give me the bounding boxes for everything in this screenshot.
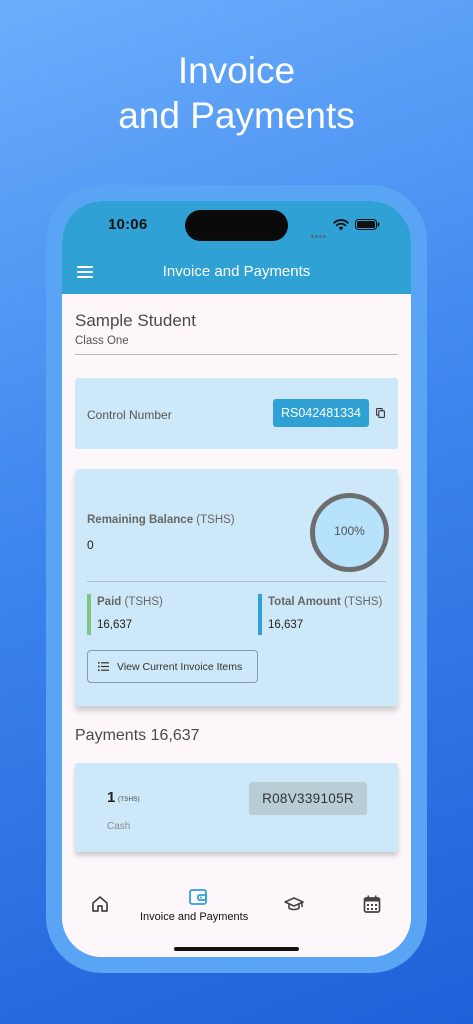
control-number-label: Control Number [87,408,172,422]
home-icon [92,896,108,912]
payments-heading: Payments 16,637 [75,727,200,744]
balance-card: Remaining Balance (TSHS) 0 100% Paid (TS… [75,469,398,706]
graduation-cap-icon [284,897,304,911]
top-bar: 10:06 Invoice and Payments [62,201,411,294]
total-amount-label: Total Amount (TSHS) [268,596,382,608]
cellular-signal-icon [311,225,329,238]
payment-progress-label: 100% [334,524,365,538]
total-amount-value: 16,637 [268,619,304,631]
paid-title: Paid [97,596,122,608]
status-bar: 10:06 [62,201,411,249]
wallet-icon [189,889,207,905]
total-amount-unit: (TSHS) [344,596,383,608]
app-bar: Invoice and Payments [62,249,411,294]
divider [75,354,398,355]
nav-item-calendar[interactable] [354,864,390,924]
payment-progress-circle: 100% [310,493,389,572]
total-indicator-bar [258,594,262,635]
student-name: Sample Student [75,311,196,330]
nav-item-home[interactable] [82,864,118,924]
nav-label-invoice-and-payments: Invoice and Payments [140,911,249,923]
battery-icon [355,219,380,230]
wifi-icon [333,219,349,231]
control-number-card: Control Number RS042481334 [75,378,398,449]
home-indicator[interactable] [174,947,299,951]
promo-headline: Invoice and Payments [0,48,473,138]
promo-headline-line2: and Payments [118,95,355,136]
payment-amount: 1 [107,789,116,806]
divider [87,581,386,582]
copy-icon[interactable] [376,408,385,418]
view-invoice-items-label: View Current Invoice Items [117,661,243,673]
calendar-icon [363,895,381,913]
dynamic-island [185,210,288,241]
payment-card[interactable]: 1 (TSHS) Cash R08V339105R [75,763,398,852]
payment-receipt-chip[interactable]: R08V339105R [249,782,367,815]
remaining-balance-title: Remaining Balance [87,514,194,526]
list-icon [98,662,109,671]
view-invoice-items-button[interactable]: View Current Invoice Items [87,650,258,683]
paid-indicator-bar [87,594,91,635]
status-time: 10:06 [108,216,148,233]
remaining-balance-value: 0 [87,538,94,552]
main-content[interactable]: Sample Student Class One Control Number … [62,294,411,864]
payment-method: Cash [107,821,131,832]
remaining-balance-label: Remaining Balance (TSHS) [87,514,235,526]
bottom-navigation: Invoice and Payments [62,864,411,957]
student-class: Class One [75,335,129,347]
paid-value: 16,637 [97,619,133,631]
remaining-balance-unit: (TSHS) [196,514,235,526]
control-number-value[interactable]: RS042481334 [273,399,369,427]
paid-unit: (TSHS) [124,596,163,608]
app-bar-title: Invoice and Payments [162,263,311,280]
nav-item-academics[interactable] [276,864,312,924]
promo-headline-line1: Invoice [177,50,296,91]
payment-unit: (TSHS) [118,796,140,803]
total-amount-title: Total Amount [268,596,341,608]
phone-screen: 10:06 Invoice and Payments Sample Studen… [62,201,411,957]
paid-label: Paid (TSHS) [97,596,163,608]
nav-item-invoice-and-payments[interactable]: Invoice and Payments [138,864,258,924]
